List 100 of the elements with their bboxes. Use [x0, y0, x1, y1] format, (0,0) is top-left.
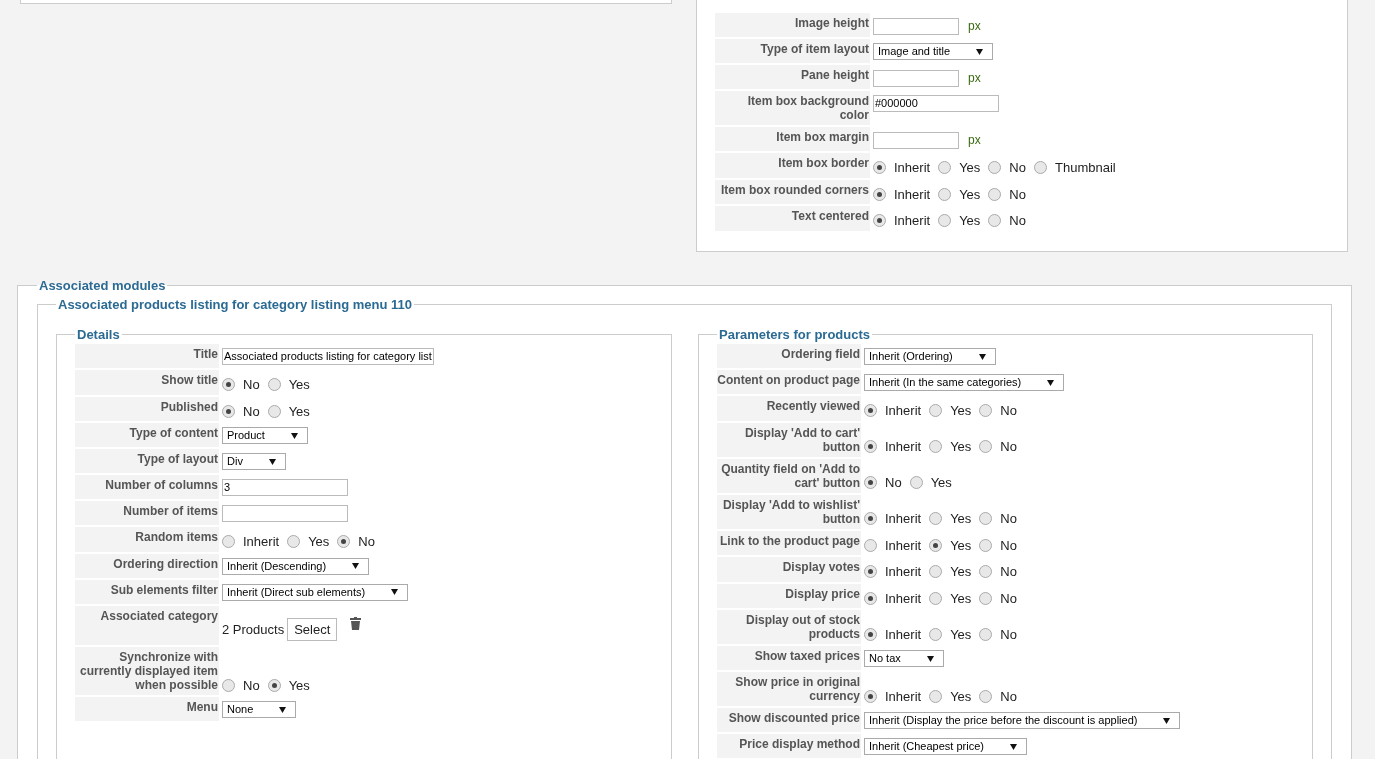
- option-label: Inherit: [885, 438, 922, 456]
- option-label: No: [358, 533, 375, 551]
- radio-button[interactable]: [929, 538, 943, 552]
- dropdown[interactable]: Inherit (In the same categories): [864, 374, 1065, 391]
- radio-button[interactable]: [222, 404, 235, 418]
- option-label: Yes: [288, 676, 310, 695]
- caret-icon: [978, 353, 986, 360]
- field-label: Recently viewed: [766, 399, 860, 413]
- option-label: Yes: [950, 563, 972, 581]
- caret-icon: [268, 458, 276, 465]
- input-field[interactable]: [222, 505, 348, 522]
- dropdown[interactable]: No tax: [864, 650, 944, 667]
- input-field[interactable]: 3: [222, 479, 348, 496]
- field-label: Type of layout: [137, 452, 218, 466]
- input-field[interactable]: [873, 17, 959, 35]
- section-legend: Associated modules: [37, 275, 168, 295]
- radio-button[interactable]: [267, 378, 281, 392]
- radio-button[interactable]: [222, 535, 235, 549]
- radio-button[interactable]: [864, 512, 877, 526]
- radio-button[interactable]: [979, 404, 993, 418]
- radio-button[interactable]: [929, 689, 943, 703]
- radio-button[interactable]: [267, 404, 281, 418]
- input-field[interactable]: Associated products listing for category list: [222, 348, 434, 365]
- dropdown[interactable]: None: [222, 701, 297, 718]
- radio-button[interactable]: [864, 404, 877, 418]
- radio-button[interactable]: [337, 535, 351, 549]
- dropdown[interactable]: Div: [222, 453, 286, 470]
- radio-button[interactable]: [979, 591, 993, 605]
- option-label: Inherit: [885, 536, 922, 555]
- field-label: Image height: [795, 16, 869, 30]
- option-label: Yes: [950, 589, 972, 608]
- radio-button[interactable]: [873, 161, 886, 175]
- field-label: Number of items: [123, 504, 218, 518]
- option-label: Inherit: [885, 510, 922, 528]
- radio-button[interactable]: [873, 214, 886, 228]
- caret-icon: [1047, 379, 1055, 386]
- radio-button[interactable]: [979, 512, 993, 526]
- radio-button[interactable]: [1034, 161, 1047, 175]
- field-label: Title: [193, 347, 218, 361]
- radio-button[interactable]: [222, 378, 235, 392]
- input-field[interactable]: #000000: [873, 95, 999, 112]
- option-label: Yes: [288, 402, 310, 421]
- field-label: Item box border: [778, 156, 869, 170]
- radio-button[interactable]: [929, 565, 943, 579]
- dropdown[interactable]: Product: [222, 427, 308, 444]
- radio-button[interactable]: [864, 440, 877, 454]
- field-label: Content on product page: [717, 373, 860, 387]
- radio-button[interactable]: [222, 678, 235, 692]
- field-label: Pane height: [801, 68, 869, 82]
- option-label: Yes: [950, 536, 972, 555]
- dropdown[interactable]: Inherit (Display the price before the discount is applied): [864, 712, 1181, 729]
- trash-icon[interactable]: [350, 616, 362, 630]
- select-button[interactable]: Select: [287, 617, 338, 641]
- radio-button[interactable]: [864, 565, 877, 579]
- radio-button[interactable]: [979, 440, 993, 454]
- field-label: Menu: [186, 700, 218, 714]
- radio-button[interactable]: [979, 689, 993, 703]
- radio-button[interactable]: [267, 678, 281, 692]
- option-label: No: [1000, 510, 1017, 528]
- radio-button[interactable]: [979, 538, 993, 552]
- field-label: Random items: [135, 530, 218, 544]
- dropdown[interactable]: Image and title: [873, 43, 994, 60]
- radio-button[interactable]: [929, 440, 943, 454]
- radio-button[interactable]: [929, 512, 943, 526]
- radio-button[interactable]: [929, 627, 943, 641]
- radio-button[interactable]: [988, 214, 1002, 228]
- radio-button[interactable]: [864, 476, 877, 490]
- unit-label: px: [968, 70, 981, 87]
- option-label: Yes: [308, 533, 330, 551]
- radio-button[interactable]: [988, 161, 1002, 175]
- dropdown[interactable]: Inherit (Ordering): [864, 348, 996, 365]
- input-field[interactable]: [873, 131, 959, 149]
- option-label: No: [1000, 402, 1017, 420]
- radio-button[interactable]: [938, 161, 952, 175]
- caret-icon: [926, 655, 934, 662]
- field-label: Price display method: [739, 737, 860, 751]
- option-label: Inherit: [894, 212, 931, 230]
- radio-button[interactable]: [864, 591, 877, 605]
- field-label: Published: [160, 399, 218, 414]
- radio-button[interactable]: [938, 187, 952, 201]
- radio-button[interactable]: [864, 689, 877, 703]
- dropdown[interactable]: Inherit (Direct sub elements): [222, 583, 409, 601]
- radio-button[interactable]: [988, 187, 1002, 201]
- radio-button[interactable]: [287, 535, 301, 549]
- dropdown[interactable]: Inherit (Descending): [222, 557, 370, 575]
- radio-button[interactable]: [938, 214, 952, 228]
- radio-button[interactable]: [909, 476, 923, 490]
- radio-button[interactable]: [929, 591, 943, 605]
- radio-button[interactable]: [873, 187, 886, 201]
- input-field[interactable]: [873, 69, 959, 87]
- radio-button[interactable]: [979, 627, 993, 641]
- radio-button[interactable]: [929, 404, 943, 418]
- radio-button[interactable]: [864, 538, 877, 552]
- unit-label: px: [968, 18, 981, 35]
- option-label: Inherit: [894, 159, 931, 177]
- radio-button[interactable]: [864, 627, 877, 641]
- dropdown[interactable]: Inherit (Cheapest price): [864, 738, 1027, 755]
- radio-button[interactable]: [979, 565, 993, 579]
- option-label: No: [1000, 625, 1017, 644]
- option-label: No: [243, 676, 260, 695]
